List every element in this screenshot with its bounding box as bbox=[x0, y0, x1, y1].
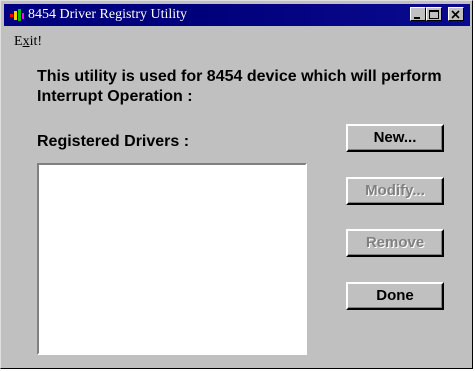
description-text: This utility is used for 8454 device whi… bbox=[37, 68, 442, 105]
app-logo-icon bbox=[10, 9, 24, 21]
minimize-button[interactable] bbox=[410, 7, 426, 21]
done-button[interactable]: Done bbox=[346, 282, 444, 310]
registered-drivers-list[interactable] bbox=[37, 163, 307, 355]
window-title: 8454 Driver Registry Utility bbox=[28, 7, 188, 22]
menu-item-exit[interactable]: Exit! bbox=[14, 34, 42, 50]
app-window: 8454 Driver Registry Utility Exit! This … bbox=[0, 0, 473, 369]
close-button[interactable] bbox=[448, 7, 464, 21]
menu-bar: Exit! bbox=[4, 28, 470, 50]
menu-exit-prefix: E bbox=[14, 34, 23, 49]
registered-drivers-label: Registered Drivers : bbox=[37, 133, 190, 150]
title-bar[interactable]: 8454 Driver Registry Utility bbox=[4, 4, 470, 26]
close-icon bbox=[451, 10, 460, 19]
remove-button[interactable]: Remove bbox=[346, 229, 444, 257]
menu-exit-suffix: it! bbox=[29, 34, 43, 49]
menu-exit-accelerator: x bbox=[22, 34, 30, 49]
new-button[interactable]: New... bbox=[346, 124, 444, 152]
modify-button[interactable]: Modify... bbox=[346, 177, 444, 205]
maximize-button[interactable] bbox=[426, 7, 442, 21]
maximize-icon bbox=[429, 10, 439, 19]
minimize-icon bbox=[414, 17, 420, 19]
